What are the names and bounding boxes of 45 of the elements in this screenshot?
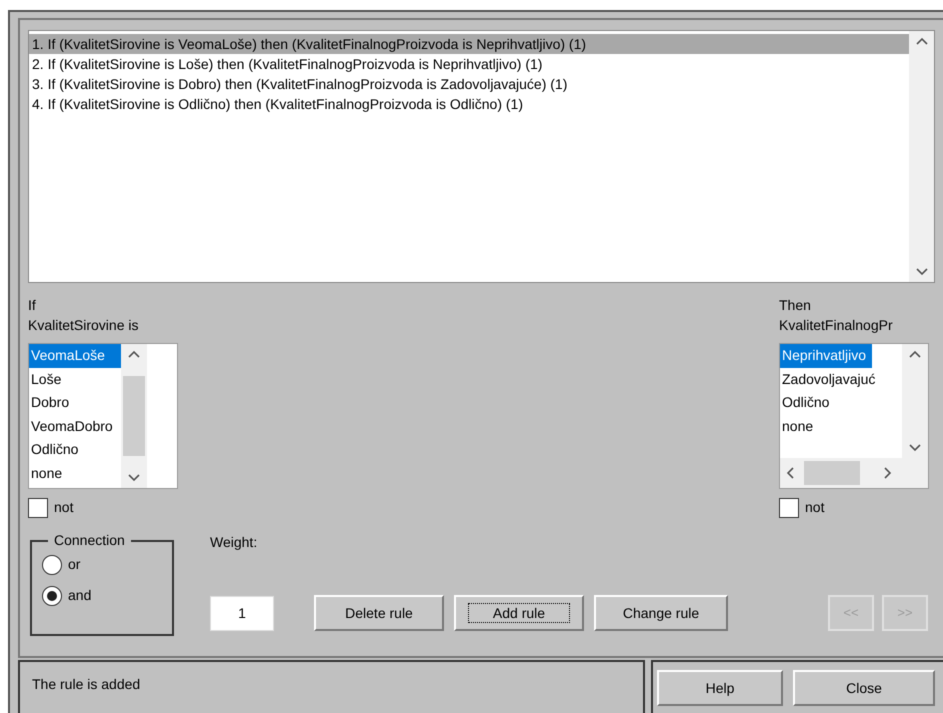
list-item[interactable]: VeomaDobro xyxy=(29,414,121,438)
value-list[interactable]: VeomaLoše Loše Dobro VeomaDobro Odlično none xyxy=(28,343,178,489)
rule-button[interactable]: Change rule xyxy=(594,595,728,631)
list-item[interactable]: Zadovoljavajuć xyxy=(780,368,878,391)
status-message: The rule is added xyxy=(18,660,645,713)
list-item[interactable]: Dobro xyxy=(29,391,121,414)
scrollbar[interactable] xyxy=(902,344,928,458)
rule-list[interactable] xyxy=(28,30,935,283)
radio-button[interactable] xyxy=(42,586,62,606)
checkbox[interactable] xyxy=(28,498,48,518)
list-item[interactable]: Neprihvatljivo xyxy=(780,344,872,368)
list-item[interactable]: Odlično xyxy=(780,391,872,414)
radio-label: and xyxy=(68,586,92,605)
if-then-label: Then xyxy=(779,296,812,315)
rule-button[interactable]: Add rule xyxy=(454,595,584,631)
scrollbar-thumb[interactable] xyxy=(123,376,145,456)
checkbox-label: not xyxy=(54,498,74,517)
footer-button[interactable]: Close xyxy=(793,670,935,706)
variable-label: KvalitetSirovine is xyxy=(28,316,140,335)
checkbox[interactable] xyxy=(779,498,799,518)
nav-button: >> xyxy=(882,595,928,631)
rule-item[interactable]: 1. If (KvalitetSirovine is VeomaLoše) then (KvalitetFinalnogProizvoda is Neprihvatljivo) (1) xyxy=(29,34,909,54)
scrollbar[interactable] xyxy=(909,31,934,282)
rule-button[interactable]: Delete rule xyxy=(314,595,444,631)
list-item[interactable]: VeomaLoše xyxy=(29,344,121,368)
weight-field[interactable]: 1 xyxy=(210,596,274,630)
checkbox-label: not xyxy=(805,498,824,517)
weight-label: Weight: xyxy=(210,533,258,552)
rule-item[interactable]: 4. If (KvalitetSirovine is Odlično) then (KvalitetFinalnogProizvoda is Odlično) (1) xyxy=(29,94,909,114)
list-item[interactable]: Odlično xyxy=(29,438,121,462)
list-item[interactable]: Loše xyxy=(29,368,121,391)
variable-label: KvalitetFinalnogPr xyxy=(779,316,894,335)
list-item[interactable]: none xyxy=(29,462,121,485)
rule-item[interactable]: 2. If (KvalitetSirovine is Loše) then (KvalitetFinalnogProizvoda is Neprihvatljivo) (1) xyxy=(29,54,909,74)
radio-button[interactable] xyxy=(42,554,62,574)
scrollbar-thumb[interactable] xyxy=(804,461,860,485)
footer-button[interactable]: Help xyxy=(657,670,783,706)
nav-button: << xyxy=(828,595,874,631)
scrollbar[interactable] xyxy=(121,344,147,488)
rule-item[interactable]: 3. If (KvalitetSirovine is Dobro) then (KvalitetFinalnogProizvoda is Zadovoljavajuće) (1) xyxy=(29,74,909,94)
horizontal-scrollbar[interactable] xyxy=(780,458,928,488)
list-item[interactable]: none xyxy=(780,414,872,438)
if-then-label: If xyxy=(28,296,37,315)
radio-label: or xyxy=(68,555,80,574)
value-list[interactable]: Neprihvatljivo Zadovoljavajuć Odlično none xyxy=(779,343,929,489)
